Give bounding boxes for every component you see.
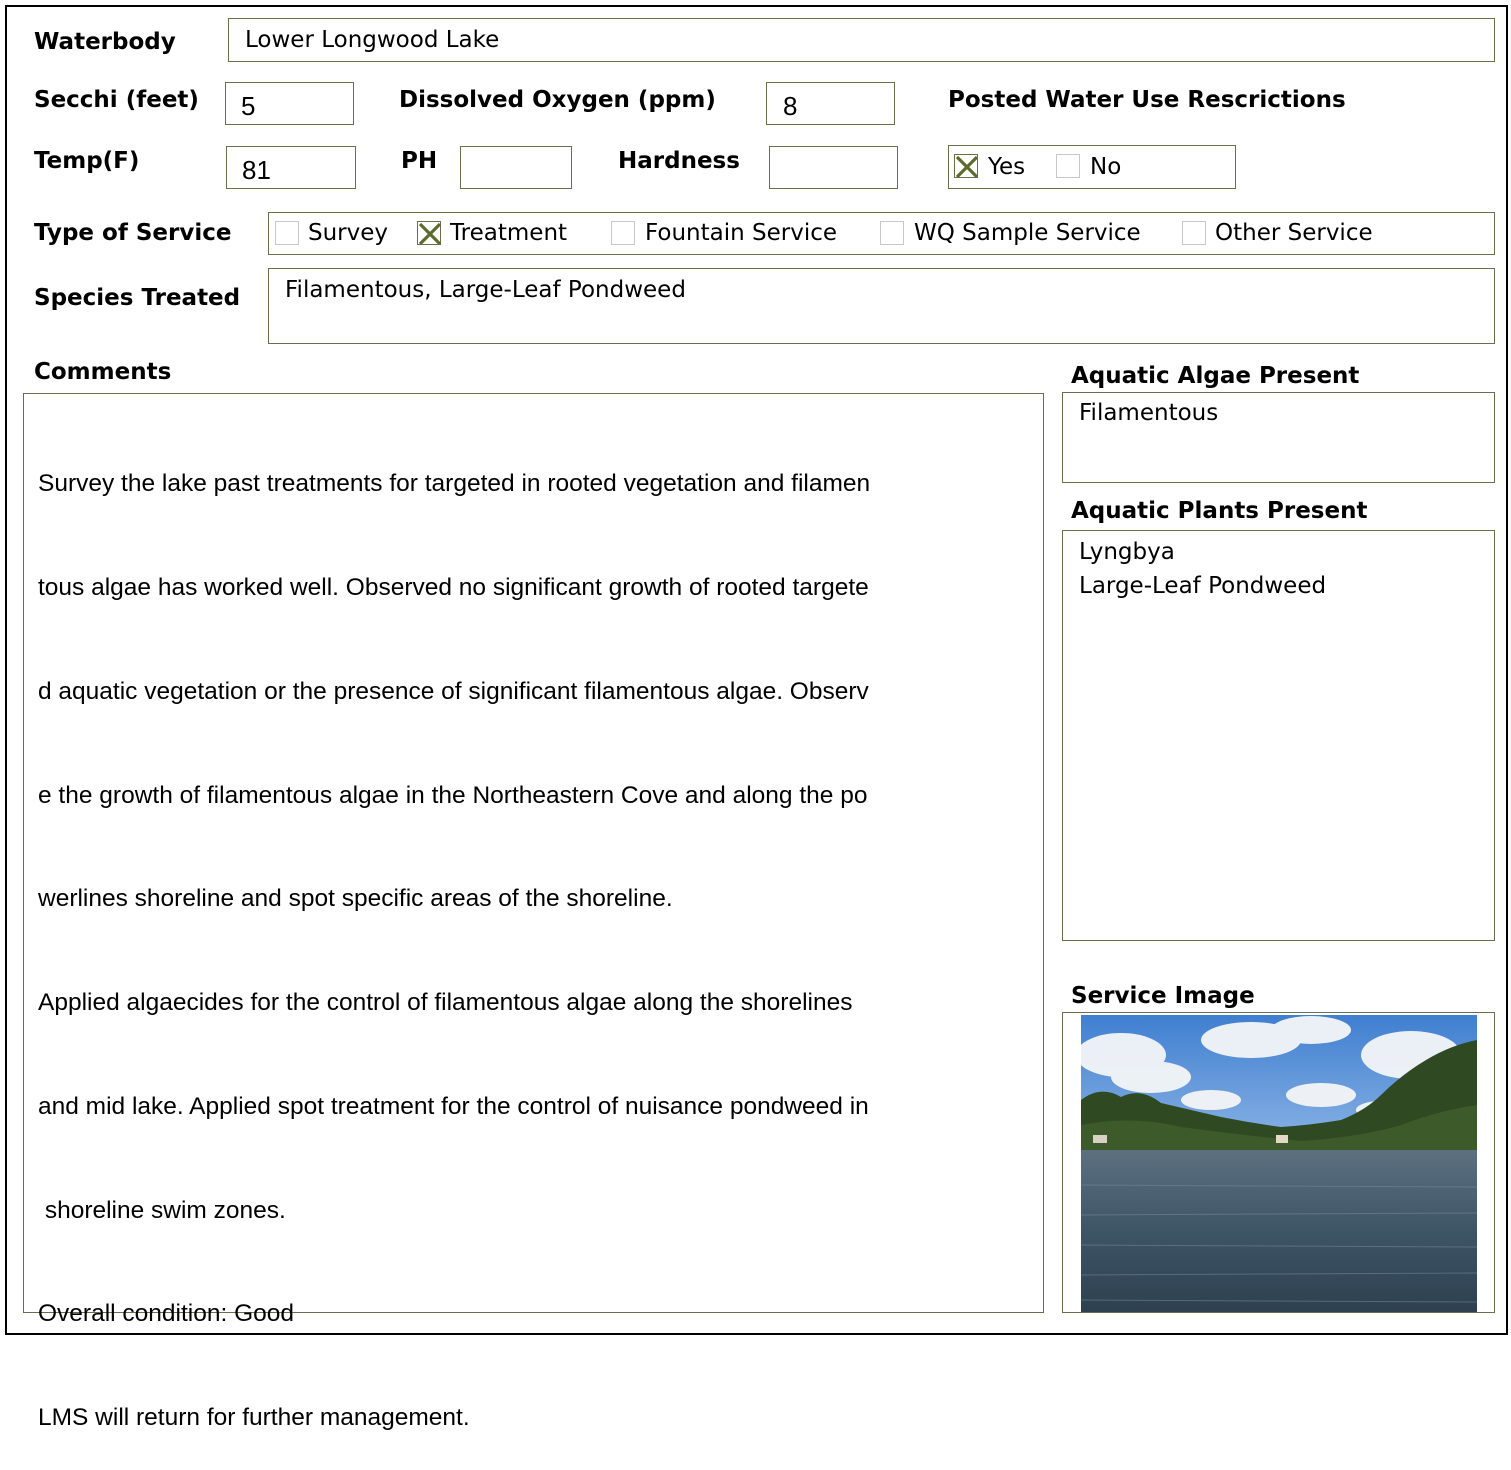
posted-restrictions-group: Yes No [948, 145, 1236, 189]
restrictions-no-checkbox[interactable] [1056, 154, 1080, 178]
hardness-field[interactable] [769, 146, 898, 189]
lake-photo-image [1081, 1015, 1477, 1312]
dissolved-oxygen-label: Dissolved Oxygen (ppm) [399, 87, 716, 113]
comment-line: e the growth of filamentous algae in the… [38, 781, 868, 809]
secchi-field[interactable]: 5 [225, 82, 354, 125]
temp-field[interactable]: 81 [226, 146, 356, 189]
comment-line: and mid lake. Applied spot treatment for… [38, 1092, 869, 1120]
restrictions-yes-label: Yes [988, 154, 1026, 180]
comment-line: werlines shoreline and spot specific are… [38, 885, 673, 913]
waterbody-value: Lower Longwood Lake [245, 27, 500, 53]
species-treated-field[interactable]: Filamentous, Large-Leaf Pondweed [268, 268, 1495, 344]
type-of-service-group: Survey Treatment Fountain Service WQ Sam… [268, 212, 1495, 255]
dissolved-oxygen-value: 8 [783, 91, 798, 121]
waterbody-field[interactable]: Lower Longwood Lake [228, 18, 1495, 62]
comment-line: Applied algaecides for the control of fi… [38, 989, 853, 1017]
comment-line: LMS will return for further management. [38, 1404, 470, 1432]
posted-restrictions-label: Posted Water Use Rescrictions [948, 87, 1346, 113]
waterbody-label: Waterbody [34, 29, 176, 55]
aquatic-plants-field[interactable]: Lyngbya Large-Leaf Pondweed [1062, 530, 1495, 941]
temp-label: Temp(F) [34, 148, 140, 174]
plant-item: Large-Leaf Pondweed [1079, 573, 1327, 599]
ph-field[interactable] [460, 146, 572, 189]
hardness-label: Hardness [618, 148, 740, 174]
comments-label: Comments [34, 359, 172, 385]
service-wq-label: WQ Sample Service [914, 220, 1141, 246]
algae-item: Filamentous [1079, 400, 1219, 426]
aquatic-algae-field[interactable]: Filamentous [1062, 392, 1495, 483]
service-treatment-label: Treatment [450, 220, 568, 246]
secchi-label: Secchi (feet) [34, 87, 199, 113]
species-treated-value: Filamentous, Large-Leaf Pondweed [285, 277, 686, 303]
service-wq-checkbox[interactable] [880, 221, 904, 245]
service-other-label: Other Service [1215, 220, 1373, 246]
comment-line: d aquatic vegetation or the presence of … [38, 677, 869, 705]
comment-line: Overall condition: Good [38, 1300, 295, 1328]
service-fountain-label: Fountain Service [645, 220, 838, 246]
comment-line: shoreline swim zones. [38, 1196, 286, 1224]
aquatic-plants-label: Aquatic Plants Present [1071, 498, 1368, 524]
check-x-icon [418, 222, 442, 246]
ph-label: PH [401, 148, 438, 174]
secchi-value: 5 [241, 91, 256, 121]
type-of-service-label: Type of Service [34, 220, 232, 246]
service-other-checkbox[interactable] [1182, 221, 1206, 245]
comment-line: tous algae has worked well. Observed no … [38, 573, 869, 601]
check-x-icon [955, 155, 979, 179]
service-survey-label: Survey [308, 220, 389, 246]
temp-value: 81 [242, 155, 271, 185]
comments-text: Survey the lake past treatments for targ… [38, 398, 1038, 1470]
service-treatment-checkbox[interactable] [417, 221, 442, 246]
lake-photo [1081, 1015, 1477, 1312]
dissolved-oxygen-field[interactable]: 8 [766, 82, 895, 125]
restrictions-yes-checkbox[interactable] [954, 154, 979, 179]
service-image-label: Service Image [1071, 983, 1255, 1009]
restrictions-no-label: No [1090, 154, 1122, 180]
comment-line: Survey the lake past treatments for targ… [38, 470, 871, 498]
aquatic-algae-label: Aquatic Algae Present [1071, 363, 1360, 389]
service-fountain-checkbox[interactable] [611, 221, 635, 245]
species-treated-label: Species Treated [34, 285, 241, 311]
service-survey-checkbox[interactable] [275, 221, 299, 245]
plant-item: Lyngbya [1079, 539, 1175, 565]
